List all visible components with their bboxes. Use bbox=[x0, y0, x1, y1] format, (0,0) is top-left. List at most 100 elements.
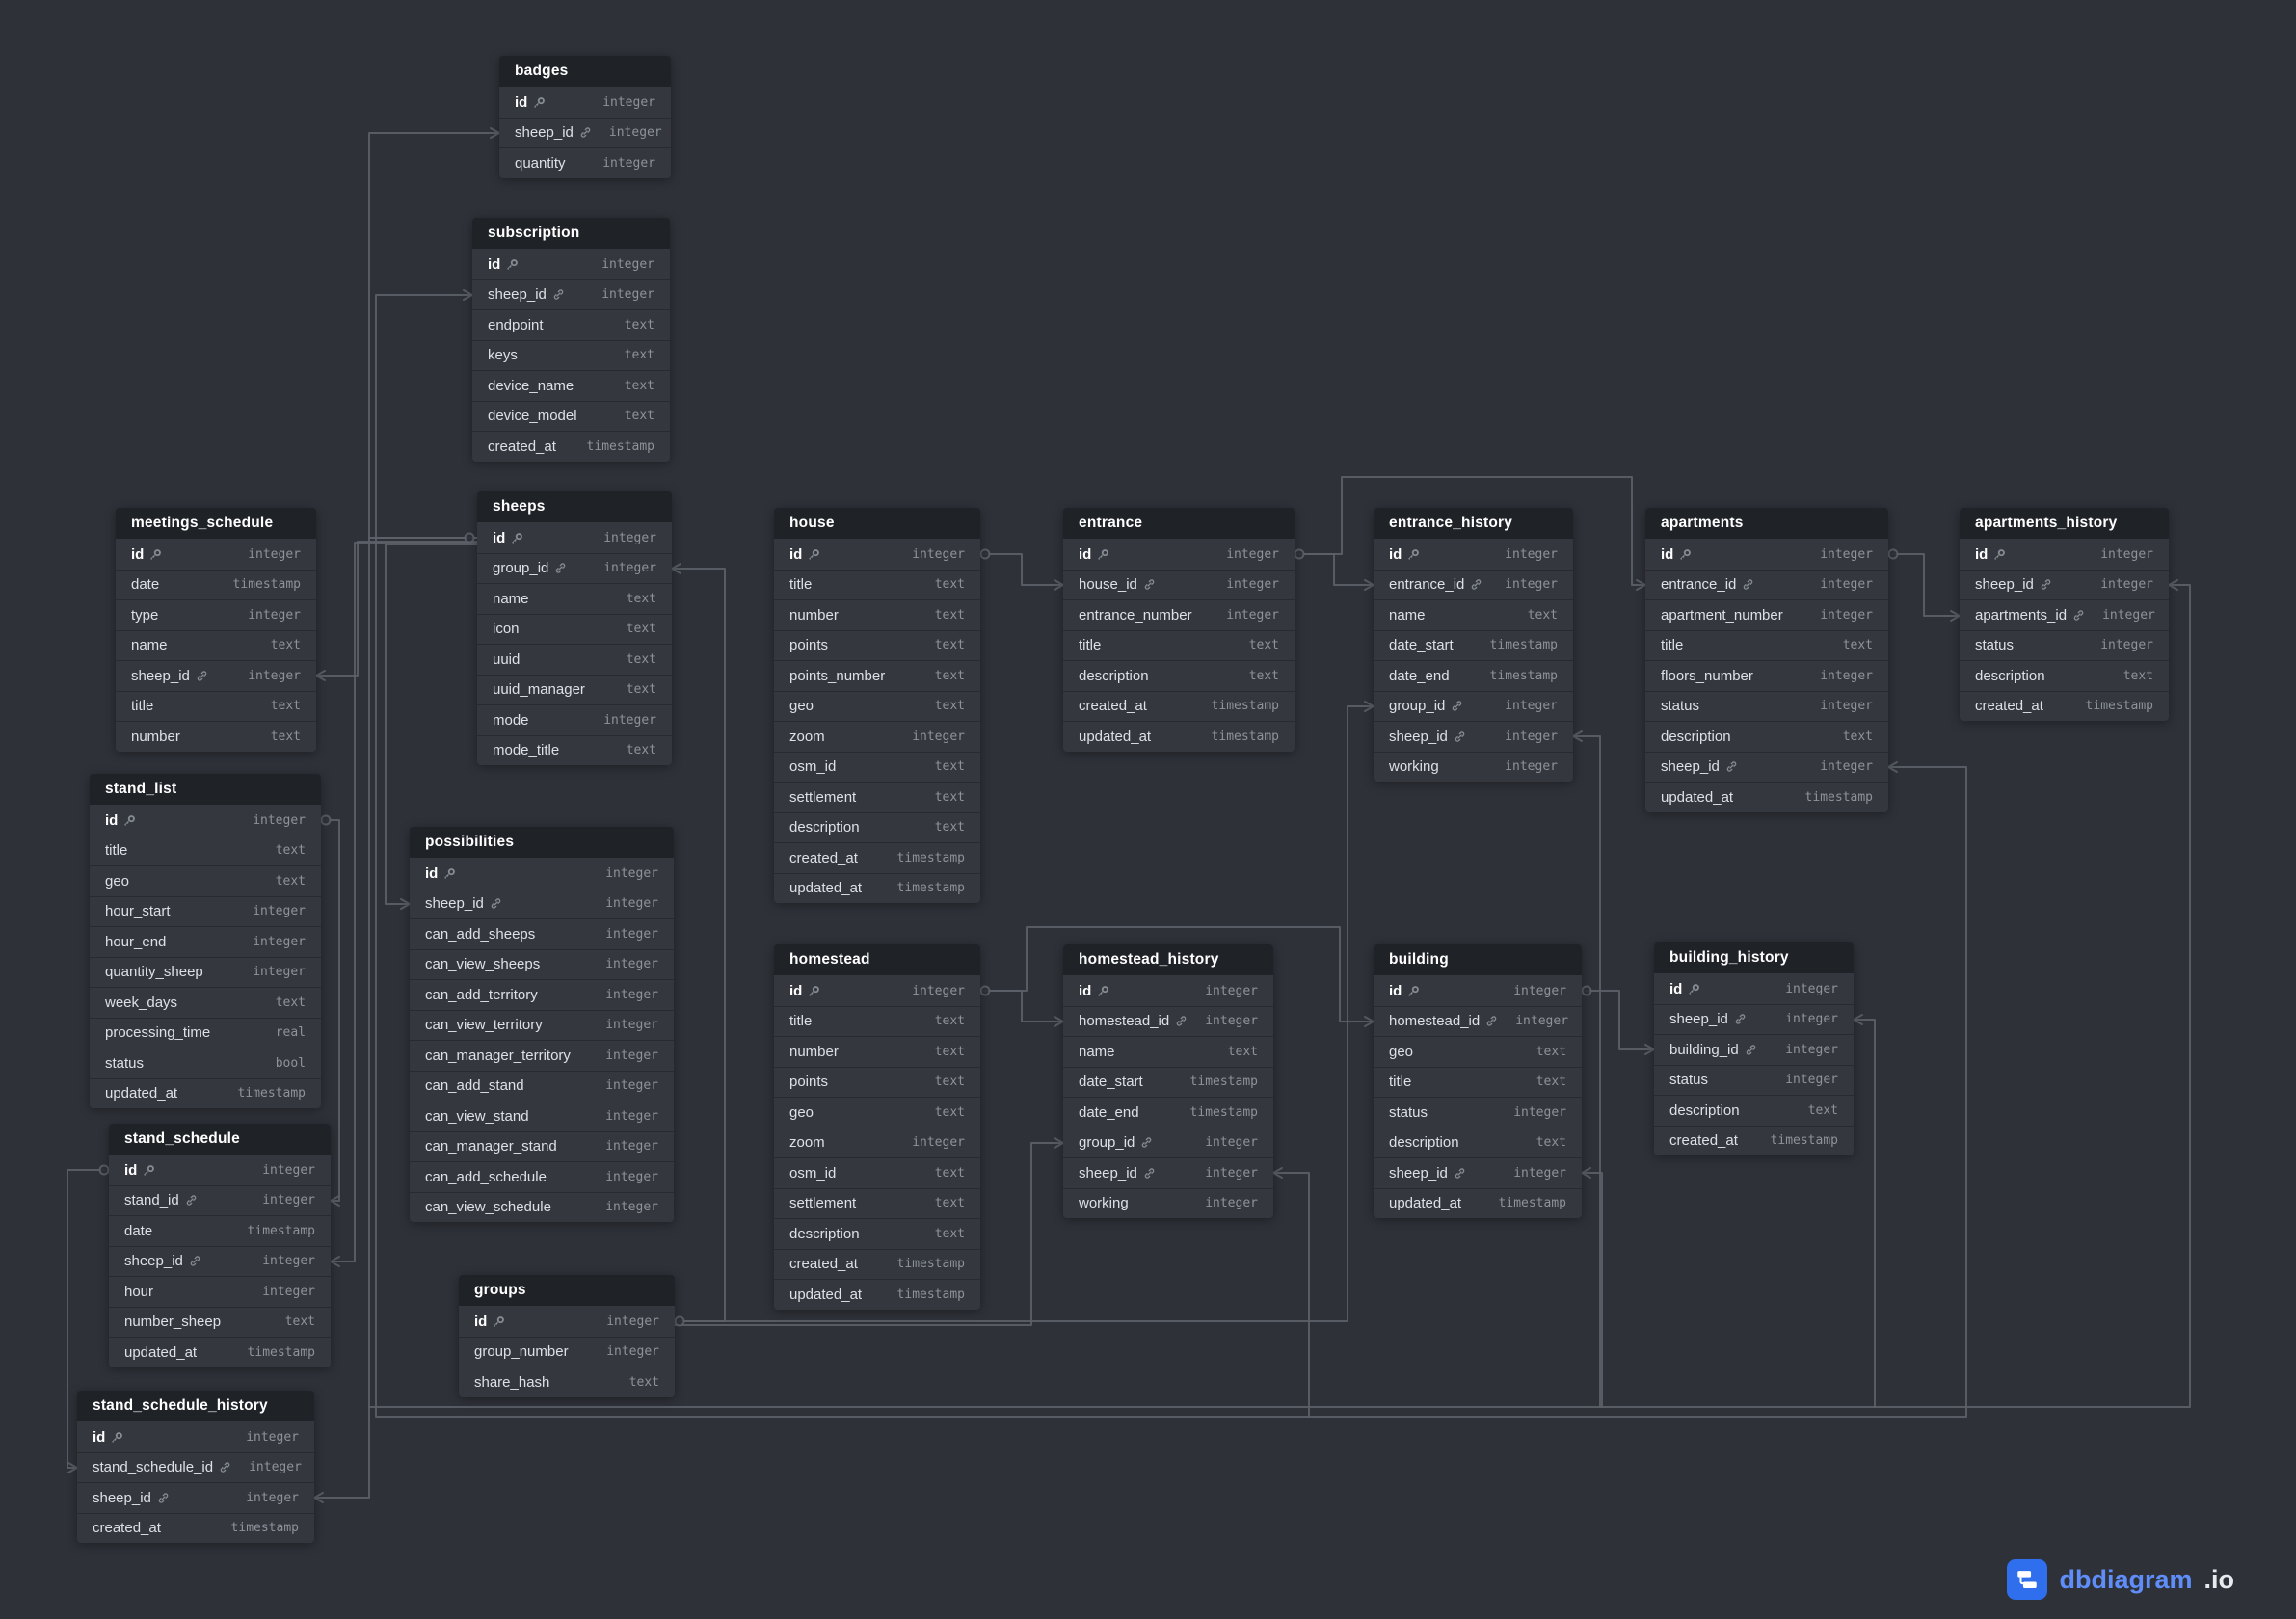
field-row-homestead_history-name[interactable]: nametext bbox=[1063, 1036, 1273, 1067]
field-row-meetings_schedule-sheep_id[interactable]: sheep_idinteger bbox=[116, 660, 316, 691]
field-row-entrance-house_id[interactable]: house_idinteger bbox=[1063, 570, 1295, 600]
field-row-subscription-created_at[interactable]: created_attimestamp bbox=[472, 431, 670, 462]
table-subscription[interactable]: subscriptionidintegersheep_idintegerendp… bbox=[472, 218, 670, 462]
field-row-homestead-created_at[interactable]: created_attimestamp bbox=[774, 1249, 980, 1280]
field-row-possibilities-id[interactable]: idinteger bbox=[410, 858, 674, 889]
field-row-stand_list-title[interactable]: titletext bbox=[90, 836, 321, 866]
field-row-meetings_schedule-title[interactable]: titletext bbox=[116, 691, 316, 722]
table-badges[interactable]: badgesidintegersheep_idintegerquantityin… bbox=[499, 56, 671, 178]
table-building_history[interactable]: building_historyidintegersheep_idinteger… bbox=[1654, 942, 1854, 1155]
table-header-stand_schedule[interactable]: stand_schedule bbox=[109, 1124, 331, 1155]
field-row-entrance-title[interactable]: titletext bbox=[1063, 630, 1295, 661]
field-row-possibilities-can_view_territory[interactable]: can_view_territoryinteger bbox=[410, 1010, 674, 1041]
field-row-apartments-id[interactable]: idinteger bbox=[1645, 539, 1888, 570]
field-row-entrance_history-entrance_id[interactable]: entrance_idinteger bbox=[1374, 570, 1573, 600]
field-row-building_history-sheep_id[interactable]: sheep_idinteger bbox=[1654, 1004, 1854, 1035]
field-row-entrance_history-id[interactable]: idinteger bbox=[1374, 539, 1573, 570]
field-row-stand_schedule_history-stand_schedule_id[interactable]: stand_schedule_idinteger bbox=[77, 1452, 314, 1483]
field-row-stand_list-week_days[interactable]: week_daystext bbox=[90, 987, 321, 1018]
field-row-possibilities-can_add_stand[interactable]: can_add_standinteger bbox=[410, 1071, 674, 1101]
field-row-homestead_history-group_id[interactable]: group_idinteger bbox=[1063, 1128, 1273, 1158]
field-row-sheeps-id[interactable]: idinteger bbox=[477, 522, 672, 553]
table-groups[interactable]: groupsidintegergroup_numberintegershare_… bbox=[459, 1275, 675, 1397]
field-row-building-homestead_id[interactable]: homestead_idinteger bbox=[1374, 1006, 1582, 1037]
field-row-homestead_history-homestead_id[interactable]: homestead_idinteger bbox=[1063, 1006, 1273, 1037]
field-row-homestead_history-id[interactable]: idinteger bbox=[1063, 975, 1273, 1006]
field-row-building_history-building_id[interactable]: building_idinteger bbox=[1654, 1034, 1854, 1065]
field-row-possibilities-can_add_schedule[interactable]: can_add_scheduleinteger bbox=[410, 1161, 674, 1192]
field-row-homestead-osm_id[interactable]: osm_idtext bbox=[774, 1157, 980, 1188]
field-row-stand_list-status[interactable]: statusbool bbox=[90, 1048, 321, 1078]
field-row-apartments-title[interactable]: titletext bbox=[1645, 630, 1888, 661]
field-row-apartments_history-status[interactable]: statusinteger bbox=[1960, 630, 2169, 661]
field-row-house-settlement[interactable]: settlementtext bbox=[774, 782, 980, 812]
dbdiagram-logo[interactable]: dbdiagram.io bbox=[2007, 1559, 2234, 1600]
field-row-entrance-description[interactable]: descriptiontext bbox=[1063, 660, 1295, 691]
field-row-building_history-status[interactable]: statusinteger bbox=[1654, 1065, 1854, 1096]
field-row-meetings_schedule-date[interactable]: datetimestamp bbox=[116, 570, 316, 600]
field-row-badges-id[interactable]: idinteger bbox=[499, 87, 671, 118]
field-row-homestead-updated_at[interactable]: updated_attimestamp bbox=[774, 1279, 980, 1310]
field-row-possibilities-sheep_id[interactable]: sheep_idinteger bbox=[410, 889, 674, 919]
field-row-apartments-status[interactable]: statusinteger bbox=[1645, 691, 1888, 722]
field-row-house-created_at[interactable]: created_attimestamp bbox=[774, 842, 980, 873]
table-header-house[interactable]: house bbox=[774, 508, 980, 539]
field-row-homestead-points[interactable]: pointstext bbox=[774, 1067, 980, 1098]
table-header-sheeps[interactable]: sheeps bbox=[477, 491, 672, 522]
field-row-stand_list-updated_at[interactable]: updated_attimestamp bbox=[90, 1078, 321, 1109]
field-row-house-number[interactable]: numbertext bbox=[774, 599, 980, 630]
table-header-groups[interactable]: groups bbox=[459, 1275, 675, 1306]
field-row-possibilities-can_add_sheeps[interactable]: can_add_sheepsinteger bbox=[410, 918, 674, 949]
field-row-stand_schedule-hour[interactable]: hourinteger bbox=[109, 1276, 331, 1307]
field-row-badges-quantity[interactable]: quantityinteger bbox=[499, 147, 671, 178]
field-row-meetings_schedule-number[interactable]: numbertext bbox=[116, 721, 316, 752]
relationship-sheeps-group_id-to-groups-id[interactable] bbox=[672, 569, 725, 1321]
field-row-entrance-id[interactable]: idinteger bbox=[1063, 539, 1295, 570]
field-row-house-points[interactable]: pointstext bbox=[774, 630, 980, 661]
field-row-stand_list-hour_end[interactable]: hour_endinteger bbox=[90, 926, 321, 957]
field-row-stand_schedule-date[interactable]: datetimestamp bbox=[109, 1215, 331, 1246]
table-stand_list[interactable]: stand_listidintegertitletextgeotexthour_… bbox=[90, 774, 321, 1108]
field-row-homestead_history-date_start[interactable]: date_starttimestamp bbox=[1063, 1067, 1273, 1098]
field-row-subscription-device_name[interactable]: device_nametext bbox=[472, 370, 670, 401]
field-row-homestead-geo[interactable]: geotext bbox=[774, 1097, 980, 1128]
field-row-meetings_schedule-type[interactable]: typeinteger bbox=[116, 599, 316, 630]
field-row-apartments-floors_number[interactable]: floors_numberinteger bbox=[1645, 660, 1888, 691]
relationship-stand_schedule_history-sheep_id-to-sheeps-id[interactable] bbox=[314, 1407, 369, 1498]
table-house[interactable]: houseidintegertitletextnumbertextpointst… bbox=[774, 508, 980, 903]
table-entrance_history[interactable]: entrance_historyidintegerentrance_idinte… bbox=[1374, 508, 1573, 782]
field-row-homestead-zoom[interactable]: zoominteger bbox=[774, 1128, 980, 1158]
field-row-entrance_history-working[interactable]: workinginteger bbox=[1374, 752, 1573, 783]
field-row-stand_list-id[interactable]: idinteger bbox=[90, 805, 321, 836]
table-header-entrance[interactable]: entrance bbox=[1063, 508, 1295, 539]
table-stand_schedule_history[interactable]: stand_schedule_historyidintegerstand_sch… bbox=[77, 1391, 314, 1543]
field-row-sheeps-name[interactable]: nametext bbox=[477, 583, 672, 614]
field-row-house-osm_id[interactable]: osm_idtext bbox=[774, 752, 980, 783]
relationship-house-id-to-entrance-house_id[interactable] bbox=[980, 554, 1063, 585]
field-row-meetings_schedule-id[interactable]: idinteger bbox=[116, 539, 316, 570]
field-row-building-id[interactable]: idinteger bbox=[1374, 975, 1582, 1006]
field-row-apartments_history-description[interactable]: descriptiontext bbox=[1960, 660, 2169, 691]
field-row-apartments_history-id[interactable]: idinteger bbox=[1960, 539, 2169, 570]
table-header-building[interactable]: building bbox=[1374, 944, 1582, 975]
field-row-subscription-id[interactable]: idinteger bbox=[472, 249, 670, 279]
field-row-building_history-created_at[interactable]: created_attimestamp bbox=[1654, 1126, 1854, 1156]
field-row-entrance_history-date_end[interactable]: date_endtimestamp bbox=[1374, 660, 1573, 691]
field-row-house-id[interactable]: idinteger bbox=[774, 539, 980, 570]
table-possibilities[interactable]: possibilitiesidintegersheep_idintegercan… bbox=[410, 827, 674, 1222]
field-row-possibilities-can_manager_stand[interactable]: can_manager_standinteger bbox=[410, 1131, 674, 1162]
field-row-stand_list-quantity_sheep[interactable]: quantity_sheepinteger bbox=[90, 957, 321, 988]
field-row-apartments-updated_at[interactable]: updated_attimestamp bbox=[1645, 782, 1888, 812]
field-row-groups-share_hash[interactable]: share_hashtext bbox=[459, 1367, 675, 1397]
table-header-building_history[interactable]: building_history bbox=[1654, 942, 1854, 973]
field-row-apartments_history-created_at[interactable]: created_attimestamp bbox=[1960, 691, 2169, 722]
field-row-stand_list-processing_time[interactable]: processing_timereal bbox=[90, 1018, 321, 1048]
relationship-subscription-sheep_id-to-sheeps-id[interactable] bbox=[376, 295, 477, 538]
field-row-entrance_history-group_id[interactable]: group_idinteger bbox=[1374, 691, 1573, 722]
field-row-sheeps-mode_title[interactable]: mode_titletext bbox=[477, 735, 672, 766]
field-row-possibilities-can_add_territory[interactable]: can_add_territoryinteger bbox=[410, 979, 674, 1010]
relationship-building-id-to-building_history-building_id[interactable] bbox=[1582, 991, 1654, 1049]
field-row-homestead-title[interactable]: titletext bbox=[774, 1006, 980, 1037]
field-row-subscription-sheep_id[interactable]: sheep_idinteger bbox=[472, 279, 670, 310]
field-row-building_history-id[interactable]: idinteger bbox=[1654, 973, 1854, 1004]
